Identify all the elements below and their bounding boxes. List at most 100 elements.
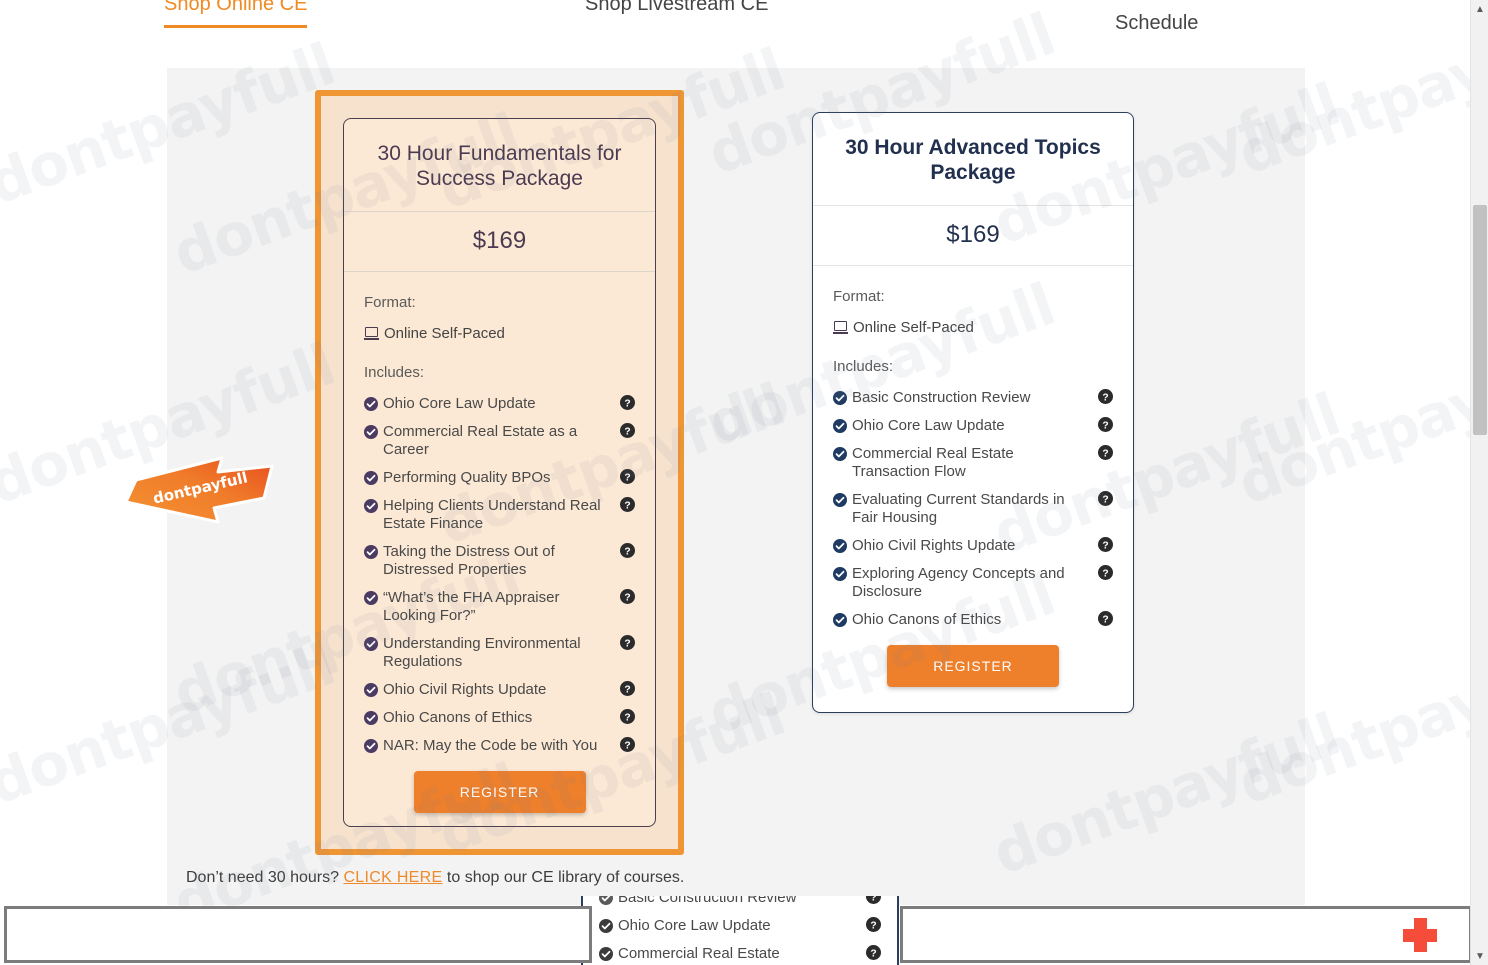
help-circle-icon[interactable]: ?	[620, 395, 635, 410]
tab-shop-livestream-ce[interactable]: Shop Livestream CE	[585, 0, 768, 16]
course-list-item: Ohio Canons of Ethics?	[364, 709, 635, 727]
help-circle-icon[interactable]: ?	[620, 543, 635, 558]
course-list-item: Commercial Real Estate as a Career?	[364, 423, 635, 459]
check-circle-icon	[833, 391, 847, 405]
scroll-thumb[interactable]	[1473, 205, 1487, 435]
svg-text:?: ?	[624, 684, 630, 695]
svg-text:?: ?	[624, 398, 630, 409]
package-card-fundamentals: 30 Hour Fundamentals for Success Package…	[343, 118, 656, 827]
course-list-item: “What’s the FHA Appraiser Looking For?”?	[364, 589, 635, 625]
course-list-item: Ohio Core Law Update?	[833, 417, 1113, 435]
bottom-left-input-box[interactable]	[4, 906, 592, 963]
course-list-item: Performing Quality BPOs?	[364, 469, 635, 487]
check-circle-icon	[364, 637, 378, 651]
help-circle-icon[interactable]: ?	[1098, 417, 1113, 432]
course-name: Ohio Canons of Ethics	[852, 611, 1002, 628]
scroll-up-arrow[interactable]: ▲	[1471, 0, 1488, 18]
help-circle-icon[interactable]: ?	[1098, 389, 1113, 404]
course-list-popup[interactable]: Basic Construction Review ? Ohio Core La…	[581, 896, 899, 965]
help-circle-icon[interactable]: ?	[620, 497, 635, 512]
tab-shop-online-ce[interactable]: Shop Online CE	[164, 0, 308, 28]
svg-text:?: ?	[870, 948, 876, 959]
course-name: Exploring Agency Concepts and Disclosure	[852, 565, 1065, 600]
list-item: Commercial Real Estate ?	[599, 945, 881, 963]
course-list-item: Ohio Canons of Ethics?	[833, 611, 1113, 629]
course-list-item: Understanding Environmental Regulations?	[364, 635, 635, 671]
package-title: 30 Hour Advanced Topics Package	[845, 136, 1101, 184]
page-scrollbar[interactable]: ▲ ▼	[1470, 0, 1488, 965]
package-price: $169	[472, 227, 527, 254]
package-card-fundamentals-highlight[interactable]: 30 Hour Fundamentals for Success Package…	[315, 90, 684, 855]
svg-text:?: ?	[1102, 568, 1108, 579]
help-circle-icon[interactable]: ?	[620, 635, 635, 650]
course-name: Ohio Canons of Ethics	[383, 709, 533, 726]
format-label: Format:	[364, 294, 416, 311]
check-circle-icon	[833, 613, 847, 627]
svg-text:?: ?	[870, 920, 876, 931]
course-name: Ohio Core Law Update	[852, 417, 1005, 434]
help-circle-icon[interactable]: ?	[1098, 491, 1113, 506]
ce-library-note: Don’t need 30 hours? CLICK HERE to shop …	[186, 869, 684, 887]
course-name: Ohio Core Law Update	[383, 395, 536, 412]
list-item-label: Basic Construction Review	[618, 896, 797, 906]
course-list-item: Basic Construction Review?	[833, 389, 1113, 407]
svg-text:?: ?	[624, 500, 630, 511]
register-button-fundamentals[interactable]: REGISTER	[413, 771, 586, 813]
help-circle-icon[interactable]: ?	[1098, 611, 1113, 626]
plus-icon[interactable]	[1403, 917, 1437, 952]
scroll-down-arrow[interactable]: ▼	[1471, 947, 1488, 965]
help-circle-icon[interactable]: ?	[866, 896, 881, 904]
svg-text:?: ?	[624, 712, 630, 723]
list-item-label: Commercial Real Estate	[618, 945, 780, 962]
register-row: REGISTER	[364, 771, 635, 813]
format-label: Format:	[833, 288, 885, 305]
check-circle-icon	[364, 499, 378, 513]
check-circle-icon	[364, 397, 378, 411]
help-circle-icon[interactable]: ?	[620, 423, 635, 438]
svg-text:?: ?	[624, 592, 630, 603]
check-circle-icon	[364, 471, 378, 485]
included-courses-list: Ohio Core Law Update? Commercial Real Est…	[364, 395, 635, 755]
includes-label: Includes:	[364, 364, 425, 381]
svg-text:?: ?	[1102, 392, 1108, 403]
course-name: Evaluating Current Standards in Fair Hou…	[852, 491, 1065, 526]
help-circle-icon[interactable]: ?	[1098, 565, 1113, 580]
tab-schedule-label: Schedule	[1115, 12, 1199, 34]
help-circle-icon[interactable]: ?	[620, 589, 635, 604]
format-value: Online Self-Paced	[384, 325, 505, 342]
package-body: Format: Online Self-Paced Includes: Ohio…	[344, 272, 655, 813]
help-circle-icon[interactable]: ?	[620, 681, 635, 696]
register-row: REGISTER	[833, 645, 1113, 687]
list-item: Basic Construction Review ?	[599, 896, 881, 907]
note-text-after: to shop our CE library of courses.	[442, 869, 685, 886]
help-circle-icon[interactable]: ?	[866, 945, 881, 960]
check-circle-icon	[364, 425, 378, 439]
tab-schedule[interactable]: Schedule	[1115, 12, 1198, 35]
register-button-advanced[interactable]: REGISTER	[887, 645, 1059, 687]
course-list-item: NAR: May the Code be with You?	[364, 737, 635, 755]
note-text-before: Don’t need 30 hours?	[186, 869, 344, 886]
included-courses-list: Basic Construction Review? Ohio Core Law …	[833, 389, 1113, 629]
help-circle-icon[interactable]: ?	[620, 737, 635, 752]
course-name: Helping Clients Understand Real Estate F…	[383, 497, 601, 532]
list-item-label: Ohio Core Law Update	[618, 917, 771, 934]
course-name: Taking the Distress Out of Distressed Pr…	[383, 543, 555, 578]
help-circle-icon[interactable]: ?	[1098, 537, 1113, 552]
svg-text:?: ?	[870, 896, 876, 903]
help-circle-icon[interactable]: ?	[1098, 445, 1113, 460]
help-circle-icon[interactable]: ?	[620, 709, 635, 724]
help-circle-icon[interactable]: ?	[866, 917, 881, 932]
course-type-tabbar: Shop Online CE Shop Livestream CE Schedu…	[0, 0, 1470, 48]
package-card-advanced[interactable]: 30 Hour Advanced Topics Package $169 For…	[812, 112, 1134, 713]
course-name: Commercial Real Estate Transaction Flow	[852, 445, 1014, 480]
package-price: $169	[946, 221, 1000, 248]
help-circle-icon[interactable]: ?	[620, 469, 635, 484]
format-value: Online Self-Paced	[853, 319, 974, 336]
svg-text:?: ?	[624, 546, 630, 557]
check-circle-icon	[599, 919, 613, 933]
check-circle-icon	[364, 683, 378, 697]
check-circle-icon	[364, 739, 378, 753]
svg-text:?: ?	[1102, 494, 1108, 505]
click-here-link[interactable]: CLICK HERE	[343, 869, 442, 886]
bottom-right-input-box[interactable]	[900, 906, 1472, 963]
